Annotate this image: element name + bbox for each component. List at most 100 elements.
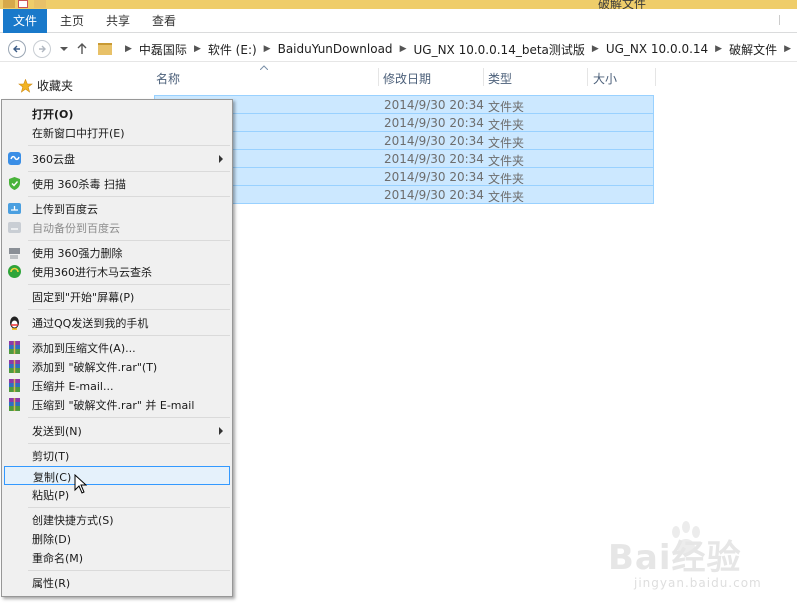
menu-item-360-delete[interactable]: 使用 360强力删除 bbox=[4, 243, 230, 262]
menu-item-label: 使用 360杀毒 扫描 bbox=[32, 178, 126, 191]
menu-separator bbox=[28, 417, 230, 418]
breadcrumb-item[interactable]: 中磊国际 bbox=[139, 41, 187, 58]
breadcrumb[interactable]: ▶ 中磊国际 ▶ 软件 (E:) ▶ BaiduYunDownload ▶ UG… bbox=[98, 38, 797, 60]
winrar-icon bbox=[9, 360, 20, 373]
menu-item-label: 复制(C) bbox=[33, 471, 72, 484]
file-date: 2014/9/30 20:34 bbox=[384, 98, 484, 112]
menu-item-label: 剪切(T) bbox=[32, 450, 70, 463]
new-folder-icon[interactable] bbox=[34, 0, 46, 8]
menu-item-properties[interactable]: 属性(R) bbox=[4, 573, 230, 592]
sort-ascending-icon bbox=[260, 65, 268, 70]
menu-item-label: 重命名(M) bbox=[32, 552, 84, 565]
expand-ribbon-icon[interactable] bbox=[779, 15, 789, 25]
menu-item-copy[interactable]: 复制(C) bbox=[4, 466, 230, 485]
menu-item-label: 属性(R) bbox=[32, 577, 71, 590]
nav-favorites-label: 收藏夹 bbox=[37, 79, 74, 93]
menu-separator bbox=[28, 145, 230, 146]
menu-item-360-cloud[interactable]: 360云盘 bbox=[4, 149, 230, 168]
menu-item-backup-baidu[interactable]: 自动备份到百度云 bbox=[4, 218, 230, 237]
qq-penguin-icon bbox=[10, 316, 19, 330]
menu-item-pin-start[interactable]: 固定到"开始"屏幕(P) bbox=[4, 287, 230, 306]
column-divider[interactable] bbox=[378, 68, 379, 86]
chevron-right-icon[interactable]: ▶ bbox=[715, 44, 722, 54]
recent-locations-icon[interactable] bbox=[60, 47, 68, 52]
menu-separator bbox=[28, 443, 230, 444]
menu-item-label: 压缩到 "破解文件.rar" 并 E-mail bbox=[32, 399, 195, 412]
column-divider[interactable] bbox=[483, 68, 484, 86]
tab-home[interactable]: 主页 bbox=[52, 9, 92, 33]
menu-item-cut[interactable]: 剪切(T) bbox=[4, 446, 230, 465]
column-divider[interactable] bbox=[655, 68, 656, 86]
cloud-360-icon bbox=[8, 152, 21, 165]
chevron-right-icon[interactable]: ▶ bbox=[592, 44, 599, 54]
menu-item-rename[interactable]: 重命名(M) bbox=[4, 548, 230, 567]
chevron-right-icon[interactable]: ▶ bbox=[784, 44, 791, 54]
baidu-backup-icon bbox=[8, 222, 21, 233]
baidu-jingyan-watermark: Bai经验 jingyan.baidu.com bbox=[586, 520, 786, 600]
menu-item-open-new-window[interactable]: 在新窗口中打开(E) bbox=[4, 123, 230, 142]
tab-file[interactable]: 文件 bbox=[3, 9, 47, 33]
menu-item-360-scan[interactable]: 使用 360杀毒 扫描 bbox=[4, 174, 230, 193]
column-header-modified[interactable]: 修改日期 bbox=[383, 70, 431, 87]
forward-button[interactable] bbox=[33, 40, 51, 58]
back-button[interactable] bbox=[8, 40, 26, 58]
chevron-right-icon[interactable]: ▶ bbox=[400, 44, 407, 54]
submenu-arrow-icon bbox=[219, 427, 223, 435]
breadcrumb-item[interactable]: 软件 (E:) bbox=[208, 41, 257, 58]
shield-360-icon bbox=[9, 177, 20, 190]
nav-favorites[interactable]: 收藏夹 bbox=[18, 77, 73, 94]
watermark-text: Bai经验 bbox=[608, 538, 742, 578]
menu-item-send-to[interactable]: 发送到(N) bbox=[4, 421, 230, 440]
trojan-scan-icon bbox=[8, 265, 21, 278]
back-arrow-icon bbox=[13, 45, 20, 53]
menu-item-upload-baidu[interactable]: 上传到百度云 bbox=[4, 199, 230, 218]
shredder-icon bbox=[9, 248, 20, 259]
menu-item-label: 360云盘 bbox=[32, 153, 75, 166]
column-header-name[interactable]: 名称 bbox=[156, 70, 180, 87]
menu-item-label: 打开(O) bbox=[32, 108, 74, 121]
tab-share[interactable]: 共享 bbox=[98, 9, 138, 33]
breadcrumb-item[interactable]: BaiduYunDownload bbox=[278, 42, 393, 56]
breadcrumb-item[interactable]: UG_NX 10.0.0.14 bbox=[606, 42, 708, 56]
menu-item-label: 添加到压缩文件(A)... bbox=[32, 342, 136, 355]
up-arrow-icon[interactable] bbox=[76, 42, 88, 55]
file-date: 2014/9/30 20:34 bbox=[384, 152, 484, 166]
menu-item-label: 使用 360强力删除 bbox=[32, 247, 123, 260]
properties-icon[interactable] bbox=[18, 0, 28, 8]
chevron-right-icon[interactable]: ▶ bbox=[125, 44, 132, 54]
menu-item-label: 创建快捷方式(S) bbox=[32, 514, 114, 527]
menu-item-360-trojan-scan[interactable]: 使用360进行木马云查杀 bbox=[4, 262, 230, 281]
menu-item-open[interactable]: 打开(O) bbox=[4, 104, 230, 123]
address-bar: ▶ 中磊国际 ▶ 软件 (E:) ▶ BaiduYunDownload ▶ UG… bbox=[0, 34, 797, 62]
forward-arrow-icon bbox=[39, 45, 46, 53]
column-header-size[interactable]: 大小 bbox=[593, 70, 617, 87]
menu-item-label: 在新窗口中打开(E) bbox=[32, 127, 125, 140]
menu-item-label: 粘贴(P) bbox=[32, 489, 70, 502]
menu-item-delete[interactable]: 删除(D) bbox=[4, 529, 230, 548]
breadcrumb-item[interactable]: UG_NX 10.0.0.14_beta测试版 bbox=[413, 41, 584, 58]
chevron-right-icon[interactable]: ▶ bbox=[264, 44, 271, 54]
context-menu: 打开(O) 在新窗口中打开(E) 360云盘 使用 360杀毒 扫描 上传到百度… bbox=[1, 99, 233, 597]
file-date: 2014/9/30 20:34 bbox=[384, 116, 484, 130]
menu-separator bbox=[28, 335, 230, 336]
menu-item-add-archive[interactable]: 添加到压缩文件(A)... bbox=[4, 338, 230, 357]
file-type: 文件夹 bbox=[488, 190, 525, 204]
menu-item-compress-email[interactable]: 压缩并 E-mail... bbox=[4, 376, 230, 395]
breadcrumb-item[interactable]: 破解文件 bbox=[729, 41, 777, 58]
chevron-right-icon[interactable]: ▶ bbox=[194, 44, 201, 54]
menu-item-label: 发送到(N) bbox=[32, 425, 82, 438]
winrar-icon bbox=[9, 398, 20, 411]
menu-item-paste[interactable]: 粘贴(P) bbox=[4, 485, 230, 504]
menu-item-label: 删除(D) bbox=[32, 533, 72, 546]
menu-item-compress-rar-email[interactable]: 压缩到 "破解文件.rar" 并 E-mail bbox=[4, 395, 230, 414]
file-date: 2014/9/30 20:34 bbox=[384, 134, 484, 148]
menu-item-create-shortcut[interactable]: 创建快捷方式(S) bbox=[4, 510, 230, 529]
column-divider[interactable] bbox=[587, 68, 588, 86]
menu-item-qq-send[interactable]: 通过QQ发送到我的手机 bbox=[4, 313, 230, 332]
qat-dropdown-icon[interactable] bbox=[52, 0, 58, 8]
menu-item-add-rar[interactable]: 添加到 "破解文件.rar"(T) bbox=[4, 357, 230, 376]
menu-separator bbox=[28, 507, 230, 508]
folder-icon[interactable] bbox=[3, 0, 15, 8]
tab-view[interactable]: 查看 bbox=[144, 9, 184, 33]
column-header-type[interactable]: 类型 bbox=[488, 70, 512, 87]
